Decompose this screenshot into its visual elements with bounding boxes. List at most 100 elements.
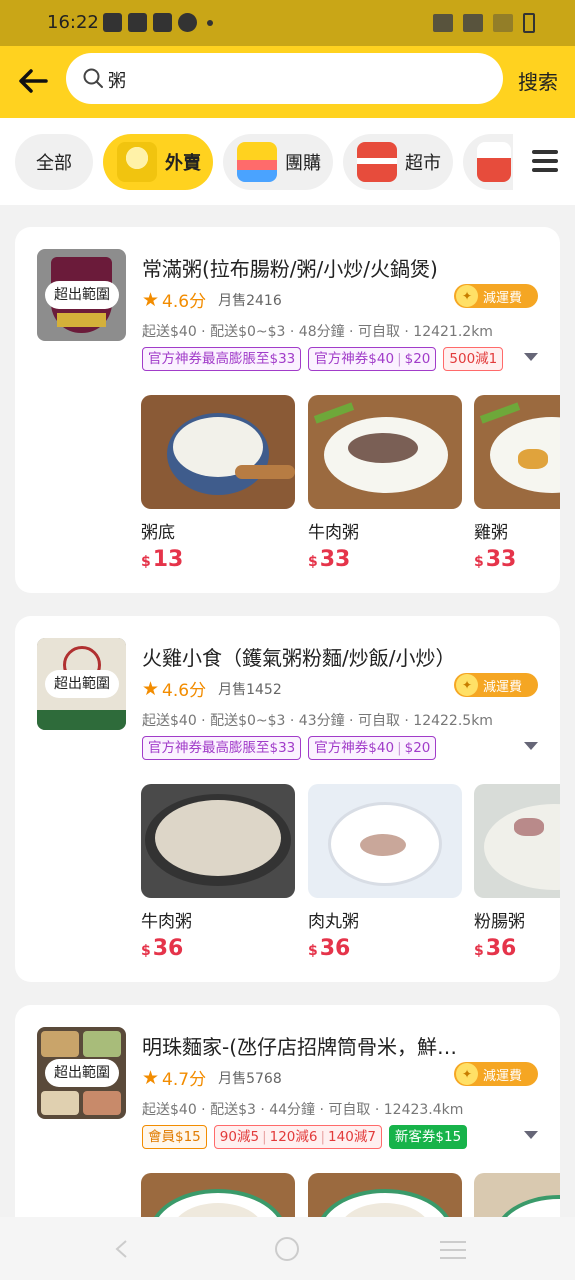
category-more-chip[interactable] bbox=[463, 134, 513, 190]
store-name: 明珠麵家-(氹仔店招牌筒骨米，鮮… bbox=[142, 1035, 458, 1059]
store-rating: ★ 4.6分 月售2416 bbox=[142, 287, 282, 313]
signal-icon bbox=[493, 14, 513, 32]
group-buy-icon bbox=[237, 142, 277, 182]
dish-item[interactable]: 牛肉粥 $33 bbox=[308, 395, 462, 572]
mascot-icon: ✦ bbox=[456, 674, 478, 696]
store-card[interactable]: 超出範圍 常滿粥(拉布腸粉/粥/小炒/火鍋煲) ★ 4.6分 月售2416 ✦ … bbox=[15, 227, 560, 593]
dish-image bbox=[308, 784, 462, 898]
dish-price: $13 bbox=[141, 547, 184, 572]
expand-tags-icon[interactable] bbox=[524, 353, 538, 361]
star-icon: ★ bbox=[142, 677, 160, 700]
store-meta: 起送$40 · 配送$0~$3 · 48分鐘 · 可自取 · 12421.2km bbox=[142, 324, 493, 340]
notification-icons bbox=[103, 13, 213, 32]
more-notifications-icon bbox=[207, 20, 213, 26]
reduced-delivery-badge: ✦ 減運費 bbox=[454, 673, 538, 697]
search-query: 粥 bbox=[108, 71, 126, 92]
category-label: 團購 bbox=[285, 153, 321, 174]
store-rating: ★ 4.7分 月售5768 bbox=[142, 1065, 282, 1091]
dish-name: 牛肉粥 bbox=[141, 912, 192, 932]
expand-tags-icon[interactable] bbox=[524, 742, 538, 750]
nav-home-icon[interactable] bbox=[275, 1237, 299, 1261]
dish-price: $33 bbox=[308, 547, 351, 572]
notification-app-icon bbox=[153, 13, 172, 32]
promo-tag: 新客券$15 bbox=[388, 1125, 468, 1149]
system-icons bbox=[433, 13, 535, 33]
search-button[interactable]: 搜索 bbox=[518, 66, 558, 95]
monthly-sales: 月售5768 bbox=[218, 1070, 282, 1087]
dish-price: $33 bbox=[474, 547, 517, 572]
monthly-sales: 月售1452 bbox=[218, 681, 282, 698]
promo-tags: 官方神券最高膨脹至$33 官方神券$40 | $20 bbox=[142, 736, 525, 762]
reduced-delivery-badge: ✦ 減運費 bbox=[454, 284, 538, 308]
nav-recents-icon[interactable] bbox=[440, 1241, 466, 1265]
dish-item[interactable]: 粉腸粥 $36 bbox=[474, 784, 560, 961]
dish-image bbox=[141, 784, 295, 898]
promo-tags: 官方神券最高膨脹至$33 官方神券$40 | $20 500減1 bbox=[142, 347, 525, 373]
store-card[interactable]: 超出範圍 火雞小食（鑊氣粥粉麵/炒飯/小炒） ★ 4.6分 月售1452 ✦ 減… bbox=[15, 616, 560, 982]
promo-tags: 會員$15 90減5 | 120減6 | 140減7 新客券$15 bbox=[142, 1125, 525, 1151]
dish-price: $36 bbox=[308, 936, 351, 961]
dish-image bbox=[474, 395, 560, 509]
store-rating: ★ 4.6分 月售1452 bbox=[142, 676, 282, 702]
status-time: 16:22 bbox=[47, 12, 99, 33]
category-group-buy[interactable]: 團購 bbox=[223, 134, 333, 190]
out-of-range-label: 超出範圍 bbox=[45, 1059, 119, 1087]
dish-price: $36 bbox=[474, 936, 517, 961]
promo-tag: 官方神券最高膨脹至$33 bbox=[142, 736, 302, 760]
nav-back-icon[interactable] bbox=[113, 1239, 129, 1259]
dish-item[interactable]: 肉丸粥 $36 bbox=[308, 784, 462, 961]
dish-image bbox=[308, 395, 462, 509]
dish-item[interactable]: 牛肉粥 $36 bbox=[141, 784, 295, 961]
star-icon: ★ bbox=[142, 288, 160, 311]
category-label: 全部 bbox=[36, 153, 72, 174]
promo-tag: 官方神券$40 | $20 bbox=[308, 736, 437, 760]
supermarket-icon bbox=[357, 142, 397, 182]
dish-item[interactable]: 粥底 $13 bbox=[141, 395, 295, 572]
store-meta: 起送$40 · 配送$3 · 44分鐘 · 可自取 · 12423.4km bbox=[142, 1102, 464, 1118]
system-nav-bar bbox=[0, 1217, 575, 1280]
category-supermarket[interactable]: 超市 bbox=[343, 134, 453, 190]
store-name: 常滿粥(拉布腸粉/粥/小炒/火鍋煲) bbox=[142, 257, 438, 281]
dish-image bbox=[141, 395, 295, 509]
category-label: 外賣 bbox=[165, 153, 201, 174]
wifi-icon bbox=[463, 14, 483, 32]
battery-icon bbox=[523, 13, 535, 33]
category-icon bbox=[477, 142, 511, 182]
out-of-range-label: 超出範圍 bbox=[45, 670, 119, 698]
promo-tag: 會員$15 bbox=[142, 1125, 207, 1149]
category-delivery[interactable]: 外賣 bbox=[103, 134, 213, 190]
menu-icon[interactable] bbox=[532, 150, 558, 174]
vibrate-icon bbox=[433, 14, 453, 32]
store-logo: 超出範圍 bbox=[37, 1027, 126, 1119]
promo-tag: 500減1 bbox=[443, 347, 504, 371]
delivery-mascot-icon bbox=[117, 142, 157, 182]
dish-row: 粥底 $13 牛肉粥 $33 雞粥 $33 bbox=[141, 395, 560, 585]
category-label: 超市 bbox=[405, 153, 441, 174]
badge-label: 減運費 bbox=[483, 290, 523, 306]
mascot-icon: ✦ bbox=[456, 285, 478, 307]
top-area: 16:22 粥 搜索 bbox=[0, 0, 575, 118]
category-bar: 全部 外賣 團購 超市 bbox=[0, 118, 575, 205]
compass-icon bbox=[178, 13, 197, 32]
store-logo: 超出範圍 bbox=[37, 638, 126, 730]
store-logo: 超出範圍 bbox=[37, 249, 126, 341]
monthly-sales: 月售2416 bbox=[218, 292, 282, 309]
out-of-range-label: 超出範圍 bbox=[45, 281, 119, 309]
search-icon bbox=[83, 68, 103, 88]
notification-app-icon bbox=[103, 13, 122, 32]
dish-name: 牛肉粥 bbox=[308, 523, 359, 543]
search-header: 粥 搜索 bbox=[0, 46, 575, 118]
dish-price: $36 bbox=[141, 936, 184, 961]
search-input[interactable]: 粥 bbox=[66, 53, 503, 104]
category-all[interactable]: 全部 bbox=[15, 134, 93, 190]
star-icon: ★ bbox=[142, 1066, 160, 1089]
notification-app-icon bbox=[128, 13, 147, 32]
back-arrow-icon[interactable] bbox=[16, 64, 50, 98]
dish-row: 牛肉粥 $36 肉丸粥 $36 粉腸粥 $36 bbox=[141, 784, 560, 974]
store-name: 火雞小食（鑊氣粥粉麵/炒飯/小炒） bbox=[142, 646, 456, 670]
dish-item[interactable]: 雞粥 $33 bbox=[474, 395, 560, 572]
expand-tags-icon[interactable] bbox=[524, 1131, 538, 1139]
status-bar: 16:22 bbox=[0, 0, 575, 46]
dish-name: 粥底 bbox=[141, 523, 175, 543]
rating-value: 4.6分 bbox=[162, 681, 207, 701]
